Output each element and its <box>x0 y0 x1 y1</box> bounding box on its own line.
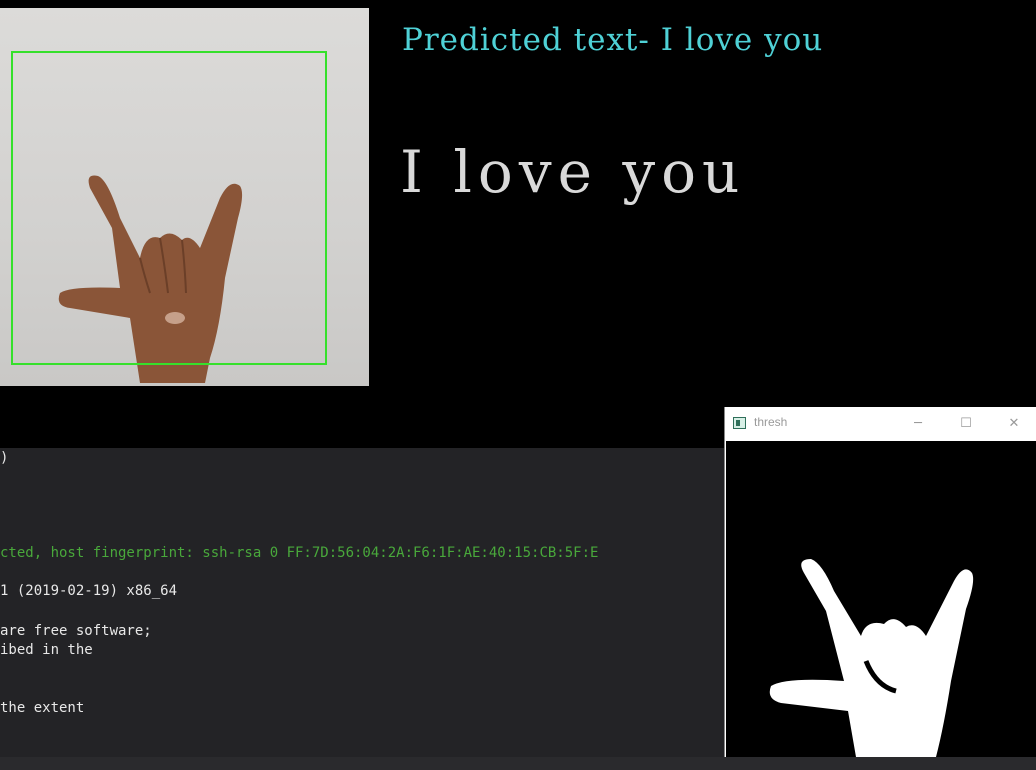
app-icon <box>733 417 746 429</box>
terminal-line: cted, host fingerprint: ssh-rsa 0 FF:7D:… <box>0 545 599 561</box>
thresh-window: thresh ─ ☐ ✕ <box>724 407 1036 757</box>
terminal-line: ) <box>0 450 9 466</box>
roi-box <box>11 51 327 365</box>
output-window: Predicted text- I love you I love you <box>0 0 1036 448</box>
thresh-titlebar[interactable]: thresh ─ ☐ ✕ <box>725 407 1036 440</box>
bottom-strip <box>0 757 1036 770</box>
minimize-button[interactable]: ─ <box>895 407 941 440</box>
maximize-button[interactable]: ☐ <box>943 407 989 440</box>
window-title: thresh <box>754 415 788 429</box>
close-button[interactable]: ✕ <box>991 407 1036 440</box>
predicted-text-large: I love you <box>400 138 746 206</box>
threshold-mask <box>726 441 1036 757</box>
hand-mask-image <box>769 559 974 757</box>
predicted-text-label: Predicted text- I love you <box>402 22 824 58</box>
terminal-line: ibed in the <box>0 642 93 658</box>
terminal-line: are free software; <box>0 623 152 639</box>
terminal-line: 1 (2019-02-19) x86_64 <box>0 583 178 599</box>
terminal-line: the extent <box>0 700 85 716</box>
camera-feed <box>0 8 369 386</box>
